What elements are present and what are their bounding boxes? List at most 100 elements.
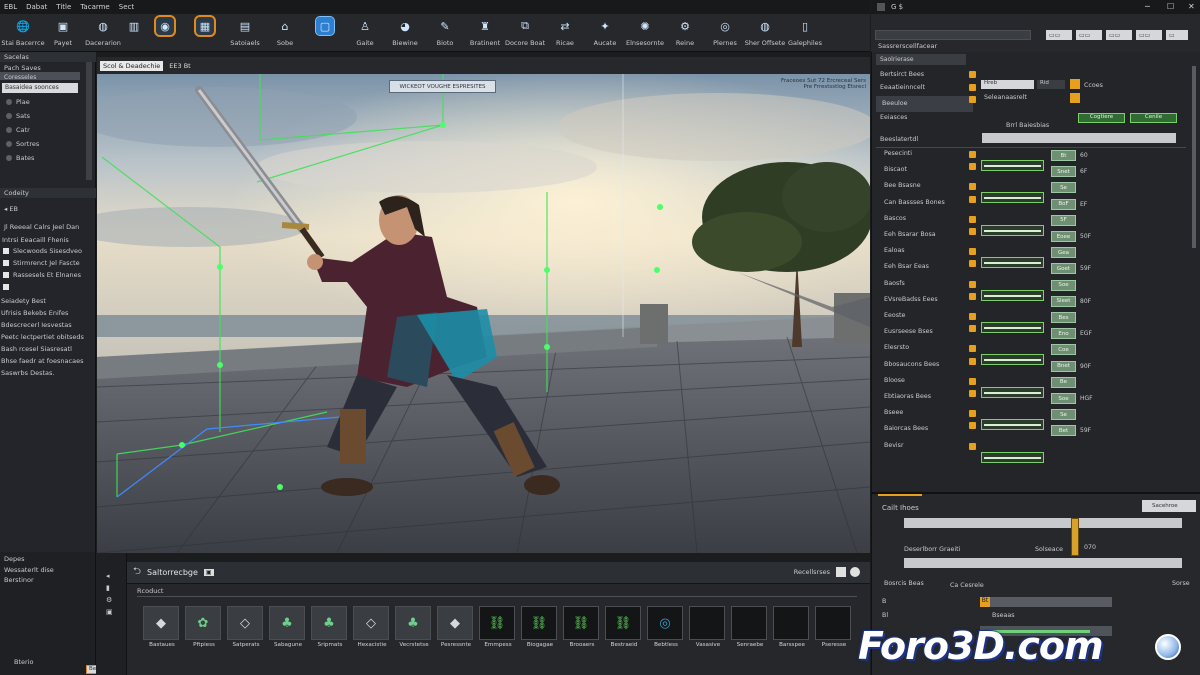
keyframe-icon[interactable]	[969, 215, 976, 223]
value-slider[interactable]	[981, 322, 1044, 333]
keyframe-icon[interactable]	[969, 410, 976, 418]
folder-icon[interactable]: ⮌	[133, 564, 141, 581]
value-slider[interactable]	[981, 354, 1044, 366]
bookmark-icon[interactable]: ▮	[106, 584, 110, 592]
section-row[interactable]: ◂ EB	[4, 205, 18, 213]
toolbar-button[interactable]: ▦	[185, 14, 225, 52]
toolbar-button[interactable]: ◍ Sher Offsete	[745, 14, 786, 52]
value-box[interactable]: Soe	[1051, 393, 1076, 404]
gear-icon[interactable]: ⚙	[106, 596, 112, 604]
panel-button[interactable]: Sacehroe	[1142, 500, 1196, 512]
toolbar-chip[interactable]: ▭▭	[1046, 30, 1072, 40]
toolbar-button[interactable]: ◎ Plernes	[705, 14, 745, 52]
name-input[interactable]	[982, 133, 1176, 143]
asset-tile[interactable]: ♣ Sripmats	[311, 606, 349, 656]
3d-viewport[interactable]: WICKEOT VOUGHE ESPRESITES Fraceoes Sut 7…	[97, 57, 870, 553]
keyframe-icon[interactable]	[969, 313, 976, 320]
menu-item[interactable]: Sect	[119, 3, 134, 11]
checkbox[interactable]	[3, 272, 9, 278]
keyframe-icon[interactable]	[969, 357, 976, 365]
value-box[interactable]: Sleet	[1051, 295, 1076, 307]
value-slider[interactable]	[981, 386, 1044, 398]
value-box[interactable]: Bt	[1051, 150, 1076, 161]
menu-item[interactable]: Tacarme	[80, 3, 109, 11]
asset-tile[interactable]: Vasasive	[689, 606, 727, 656]
toolbar-button[interactable]: ▯ Galephiles	[785, 14, 825, 52]
keyframe-icon[interactable]	[969, 71, 976, 78]
content-search-label[interactable]: Recellsrses	[794, 568, 830, 576]
value-box[interactable]: Coe	[1051, 344, 1076, 356]
toolbar-button[interactable]: ▥	[123, 14, 145, 52]
outliner-item[interactable]: Catr	[6, 126, 30, 134]
keyframe-icon[interactable]	[969, 442, 976, 450]
checkbox-row[interactable]: Rassesels Et Elnanes	[3, 271, 81, 279]
asset-tile[interactable]: ◇ Satperats	[227, 606, 265, 656]
badge-icon[interactable]: ▣	[203, 569, 214, 576]
keyframe-icon[interactable]	[969, 151, 976, 158]
toolbar-button[interactable]: ⚙ Reine	[665, 14, 705, 52]
value-slider[interactable]	[981, 419, 1044, 431]
timeline-slider[interactable]	[904, 518, 1182, 528]
toolbar-button[interactable]: ◍ Dacerarion	[83, 14, 123, 52]
value-field[interactable]: Rid	[1037, 80, 1065, 89]
toolbar-button[interactable]: 🌐 Stai Bacerrce	[1, 14, 44, 52]
toolbar-button[interactable]: ⇄ Ricae	[545, 14, 585, 52]
value-field[interactable]: Hreb	[981, 80, 1034, 89]
keyframe-icon[interactable]	[969, 183, 976, 191]
toolbar-button[interactable]: ✺ Elnsesornte	[625, 14, 665, 52]
checkbox-row[interactable]: Stirmrenct Jel Fascte	[3, 259, 80, 267]
value-slider[interactable]	[981, 192, 1044, 204]
keyframe-icon[interactable]	[969, 390, 976, 397]
menu-item[interactable]: Title	[56, 3, 71, 11]
asset-tile[interactable]: ◇ Hexacistie	[353, 606, 391, 656]
checkbox-row[interactable]: Slecwoods Sisesdveo	[3, 247, 82, 255]
lock-icon[interactable]	[1070, 79, 1080, 89]
asset-tile[interactable]: ◎ Bebtless	[647, 606, 685, 656]
keyframe-icon[interactable]	[969, 280, 976, 288]
value-slider[interactable]	[981, 257, 1044, 269]
action-button[interactable]: Cogtiere	[1078, 113, 1125, 123]
value-box[interactable]: Se	[1051, 182, 1076, 194]
keyframe-icon[interactable]	[969, 325, 976, 333]
value-box[interactable]: Snet	[1051, 166, 1076, 178]
toolbar-button[interactable]: ▤ Satoiaels	[225, 14, 265, 52]
breadcrumb[interactable]: Rcoduct	[137, 587, 163, 595]
toolbar-button[interactable]: ▢	[305, 14, 345, 52]
checkbox-row[interactable]	[3, 283, 13, 291]
maximize-icon[interactable]: ☐	[1167, 2, 1174, 11]
keyframe-icon[interactable]	[969, 260, 976, 268]
toolbar-chip[interactable]: ▭	[1166, 30, 1188, 40]
selected-row[interactable]: Beeuloe	[876, 96, 973, 112]
toolbar-button[interactable]: ✎ Bioto	[425, 14, 465, 52]
keyframe-icon[interactable]	[969, 377, 976, 385]
viewport-tab[interactable]: Scol & Deadechie	[100, 60, 164, 71]
asset-tile[interactable]: ⛓ Biogagae	[521, 606, 559, 656]
value-slider[interactable]	[981, 289, 1044, 301]
value-box[interactable]: Goet	[1051, 263, 1076, 275]
outliner-item[interactable]: Plae	[6, 98, 30, 106]
asset-tile[interactable]: Senraebe	[731, 606, 769, 656]
keyframe-icon[interactable]	[969, 195, 976, 203]
asset-tile[interactable]: ◆ Bastaues	[143, 606, 181, 656]
minimize-icon[interactable]: ─	[1145, 2, 1150, 11]
value-box[interactable]: Be	[1051, 376, 1076, 388]
asset-tile[interactable]: ♣ Vecrstetse	[395, 606, 433, 656]
asset-tile[interactable]: ⛓ Bestraeid	[605, 606, 643, 656]
close-icon[interactable]: ✕	[1188, 2, 1195, 11]
checkbox[interactable]	[3, 260, 9, 266]
toolbar-button[interactable]: ◕ Biewine	[385, 14, 425, 52]
keyframe-icon[interactable]	[969, 96, 976, 103]
toolbar-button[interactable]: ⧉ Docore Boat	[505, 14, 545, 52]
scrollbar[interactable]	[86, 62, 92, 180]
search-icon[interactable]	[836, 567, 846, 577]
value-box[interactable]: Bnet	[1051, 360, 1076, 372]
keyframe-icon[interactable]	[969, 228, 976, 235]
value-box[interactable]: Gea	[1051, 247, 1076, 259]
asset-tile[interactable]: ✿ Pftpiess	[185, 606, 223, 656]
keyframe-icon[interactable]	[969, 163, 976, 171]
keyframe-icon[interactable]	[969, 84, 976, 91]
toolbar-button[interactable]: ▣ Payet	[43, 14, 83, 52]
checkbox[interactable]	[3, 248, 9, 254]
details-search-input[interactable]	[875, 30, 1031, 40]
viewport-mode[interactable]: EE3 Bt	[169, 62, 190, 70]
